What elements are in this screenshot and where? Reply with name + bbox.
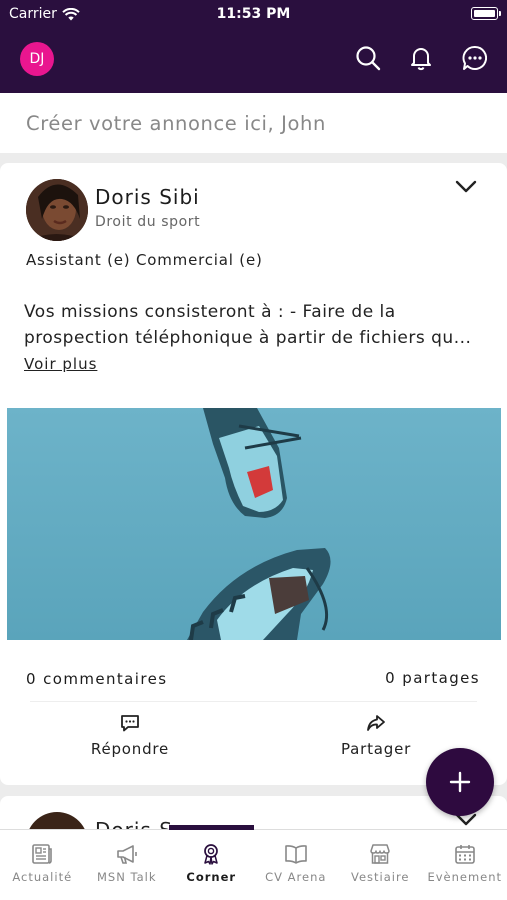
create-post-placeholder: Créer votre annonce ici, John	[26, 112, 326, 135]
tab-label: Actualité	[12, 870, 73, 884]
tab-cv-arena[interactable]: CV Arena	[254, 830, 339, 900]
app-header: Carrier 11:53 PM DJ	[0, 0, 507, 93]
author-name[interactable]: Doris Sibi	[95, 185, 200, 209]
reply-label: Répondre	[90, 740, 170, 758]
battery-icon	[471, 7, 501, 20]
tab-label: Corner	[186, 870, 237, 884]
tab-label: MSN Talk	[96, 870, 157, 884]
author-subtitle: Droit du sport	[95, 214, 201, 230]
tab-corner[interactable]: Corner	[169, 825, 254, 900]
create-post-field[interactable]: Créer votre annonce ici, John	[0, 93, 507, 153]
tab-label: Vestiaire	[350, 870, 410, 884]
tab-evenement[interactable]: Evènement	[423, 830, 507, 900]
create-post-button[interactable]	[426, 748, 494, 816]
post-card: Doris Sibi Droit du sport Assistant (e) …	[0, 163, 507, 785]
bottom-tab-bar: Actualité MSN Talk Corner CV Arena Vesti…	[0, 825, 507, 900]
post-body: Vos missions consisteront à : - Faire de…	[24, 299, 489, 377]
see-more-link[interactable]: Voir plus	[24, 355, 97, 373]
clock: 11:53 PM	[216, 6, 291, 22]
user-avatar[interactable]: DJ	[20, 42, 54, 76]
author-avatar[interactable]	[26, 179, 88, 241]
newspaper-icon	[32, 844, 53, 864]
chevron-down-icon[interactable]	[455, 179, 477, 195]
search-icon[interactable]	[354, 44, 382, 72]
status-bar: Carrier 11:53 PM	[0, 0, 507, 30]
post-image[interactable]	[7, 408, 501, 640]
tab-label: CV Arena	[265, 870, 327, 884]
tab-actualite[interactable]: Actualité	[0, 830, 85, 900]
divider	[30, 701, 477, 702]
tab-vestiaire[interactable]: Vestiaire	[338, 830, 423, 900]
post-role: Assistant (e) Commercial (e)	[26, 251, 263, 269]
bell-icon[interactable]	[407, 44, 435, 72]
calendar-icon	[454, 845, 475, 864]
share-button[interactable]: Partager	[311, 714, 441, 758]
megaphone-icon	[116, 845, 137, 864]
share-icon	[367, 715, 385, 731]
tab-label: Evènement	[427, 870, 503, 884]
post-body-text: Vos missions consisteront à : - Faire de…	[24, 302, 472, 348]
share-label: Partager	[340, 740, 412, 758]
store-icon	[370, 844, 390, 864]
comments-count[interactable]: 0 commentaires	[26, 670, 167, 688]
shares-count[interactable]: 0 partages	[385, 669, 480, 687]
tab-msn-talk[interactable]: MSN Talk	[85, 830, 170, 900]
comment-icon	[121, 715, 139, 732]
active-tab-indicator	[169, 825, 254, 830]
chat-icon[interactable]	[461, 44, 489, 72]
award-icon	[204, 844, 219, 865]
book-icon	[284, 845, 307, 864]
reply-button[interactable]: Répondre	[65, 714, 195, 758]
plus-icon	[449, 771, 471, 793]
